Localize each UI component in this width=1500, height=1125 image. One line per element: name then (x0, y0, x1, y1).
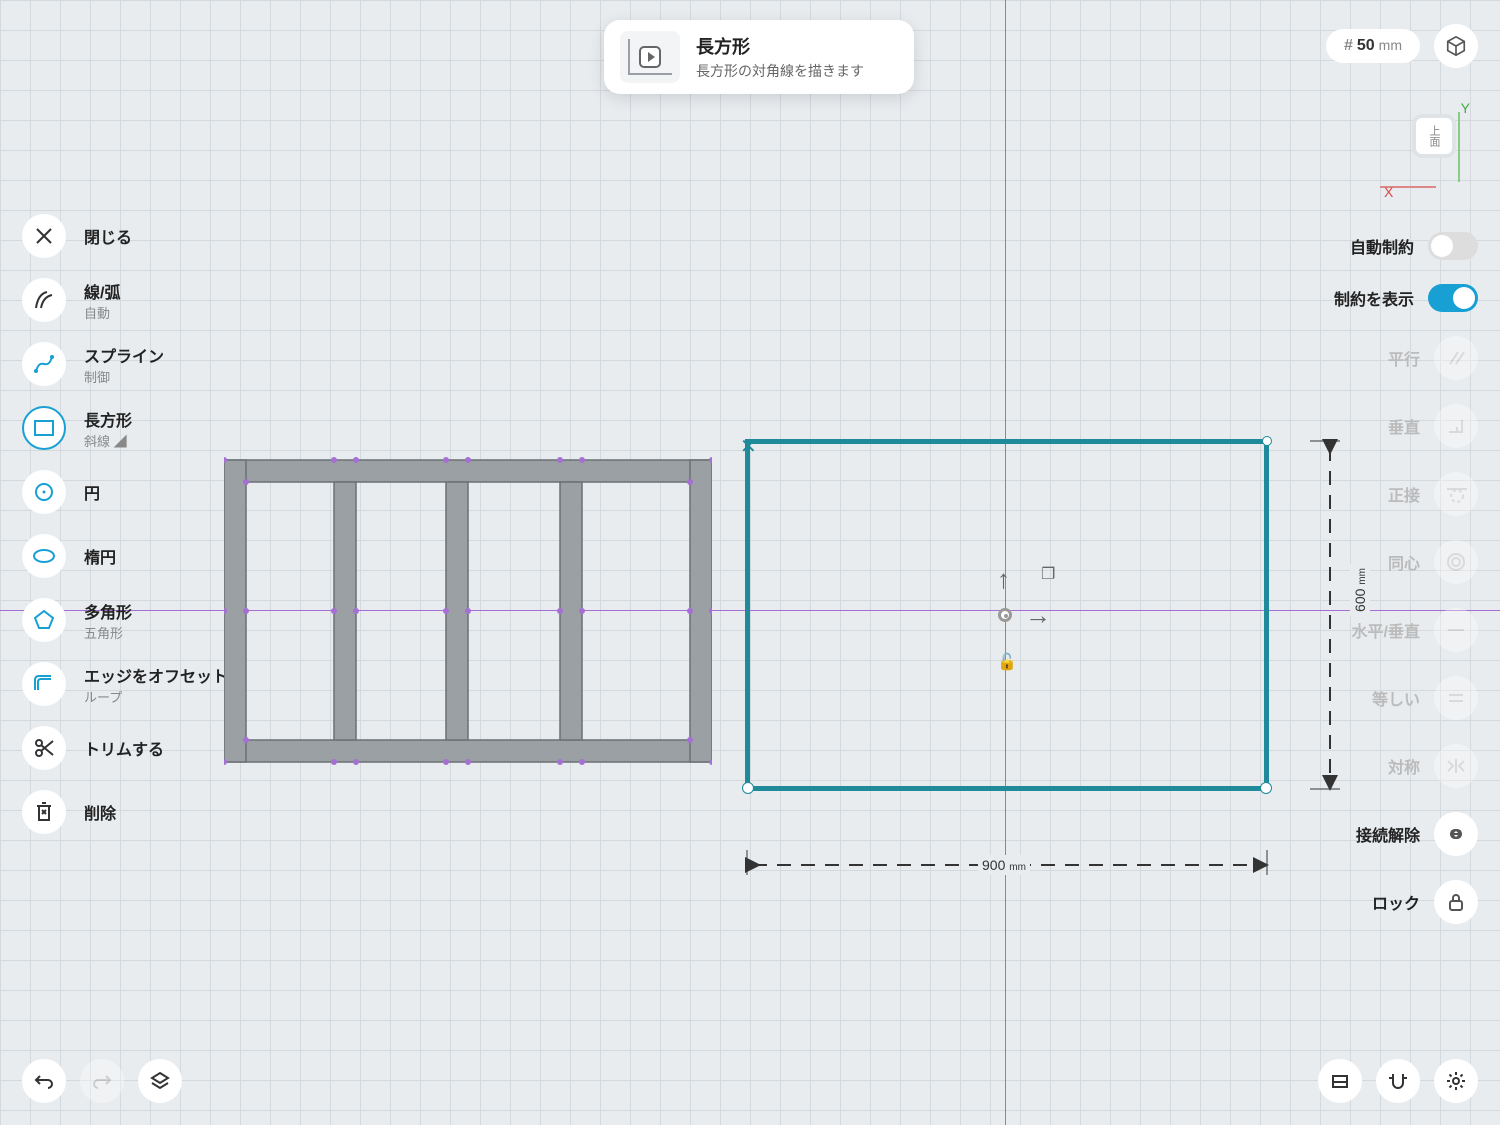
trim-tool[interactable]: トリムする (22, 726, 228, 770)
tooltip-subtitle: 長方形の対角線を描きます (696, 61, 864, 81)
left-toolbar: 閉じる 線/弧自動 スプライン制御 長方形斜線 ◢ 円 楕円 多角形五角形 エッ… (22, 214, 228, 834)
perpendicular-icon (1446, 416, 1466, 436)
tangent-constraint[interactable]: 正接 (1388, 472, 1478, 516)
symmetric-icon (1445, 757, 1467, 775)
settings-button[interactable] (1434, 1059, 1478, 1103)
snap-button[interactable] (1376, 1059, 1420, 1103)
layers-button[interactable] (138, 1059, 182, 1103)
equal-icon (1447, 691, 1465, 705)
perpendicular-constraint[interactable]: 垂直 (1388, 404, 1478, 448)
parallel-constraint[interactable]: 平行 (1388, 336, 1478, 380)
polygon-icon (33, 609, 55, 631)
gear-icon (1445, 1070, 1467, 1092)
tooltip-title: 長方形 (696, 33, 864, 59)
polygon-tool[interactable]: 多角形五角形 (22, 598, 228, 642)
x-axis-label: X (1384, 184, 1393, 200)
concentric-constraint[interactable]: 同心 (1388, 540, 1478, 584)
spline-tool[interactable]: スプライン制御 (22, 342, 228, 386)
horiz-vert-constraint[interactable]: 水平/垂直 (1352, 608, 1478, 652)
close-icon (35, 227, 53, 245)
tangent-icon (1445, 483, 1467, 505)
lock-button[interactable]: ロック (1372, 880, 1478, 924)
stack-icon (1329, 1070, 1351, 1092)
tool-tooltip[interactable]: 長方形 長方形の対角線を描きます (604, 20, 914, 94)
offset-icon (33, 674, 55, 694)
cube-icon (1445, 35, 1467, 57)
undo-icon (34, 1073, 54, 1089)
toggle-on (1428, 284, 1478, 312)
anchor-x-icon: ✕ (740, 434, 757, 459)
offset-tool[interactable]: エッジをオフセットループ (22, 662, 228, 706)
origin-point (998, 608, 1012, 622)
redo-button[interactable] (80, 1059, 124, 1103)
handle-top-right[interactable] (1262, 436, 1272, 446)
spline-icon (33, 353, 55, 375)
circle-tool[interactable]: 円 (22, 470, 228, 514)
arrow-right-icon: → (1025, 600, 1051, 631)
redo-icon (92, 1073, 112, 1089)
scissors-icon (33, 737, 55, 759)
sketch-structure[interactable] (224, 450, 712, 772)
concentric-icon (1445, 551, 1467, 573)
unlock-icon: 🔓 (997, 652, 1017, 672)
view-face-button[interactable]: 上面 (1416, 118, 1452, 154)
auto-constraint-toggle[interactable]: 自動制約 (1350, 232, 1478, 260)
disconnect-button[interactable]: 接続解除 (1356, 812, 1478, 856)
unlink-icon (1445, 826, 1467, 842)
lock-icon (1447, 892, 1465, 912)
magnet-icon (1387, 1070, 1409, 1092)
axes-widget[interactable]: Y X 上面 (1380, 100, 1470, 200)
line-arc-icon (33, 289, 55, 311)
close-button[interactable]: 閉じる (22, 214, 228, 258)
circle-icon (33, 481, 55, 503)
view-cube-button[interactable] (1434, 24, 1478, 68)
dimension-vertical[interactable] (1310, 439, 1350, 791)
equal-constraint[interactable]: 等しい (1372, 676, 1478, 720)
group-icon: ❐ (1041, 564, 1055, 584)
y-axis-label: Y (1461, 100, 1470, 116)
grid-size-pill[interactable]: #50mm (1326, 29, 1420, 63)
line-arc-tool[interactable]: 線/弧自動 (22, 278, 228, 322)
origin-widget[interactable]: ↑ ❐ → 🔓 (983, 560, 1043, 640)
arrow-up-icon: ↑ (997, 564, 1010, 595)
ellipse-icon (32, 547, 56, 565)
show-constraints-toggle[interactable]: 制約を表示 (1334, 284, 1478, 312)
stack-button[interactable] (1318, 1059, 1362, 1103)
rectangle-icon (33, 419, 55, 437)
layers-icon (149, 1070, 171, 1092)
tooltip-thumb (620, 31, 680, 83)
undo-button[interactable] (22, 1059, 66, 1103)
delete-tool[interactable]: 削除 (22, 790, 228, 834)
rectangle-tool[interactable]: 長方形斜線 ◢ (22, 406, 228, 450)
play-icon (639, 46, 661, 68)
hash-icon: # (1344, 37, 1353, 54)
parallel-icon (1446, 348, 1466, 368)
toggle-off (1428, 232, 1478, 260)
horiz-icon (1446, 626, 1466, 634)
symmetric-constraint[interactable]: 対称 (1388, 744, 1478, 788)
ellipse-tool[interactable]: 楕円 (22, 534, 228, 578)
trash-icon (34, 801, 54, 823)
